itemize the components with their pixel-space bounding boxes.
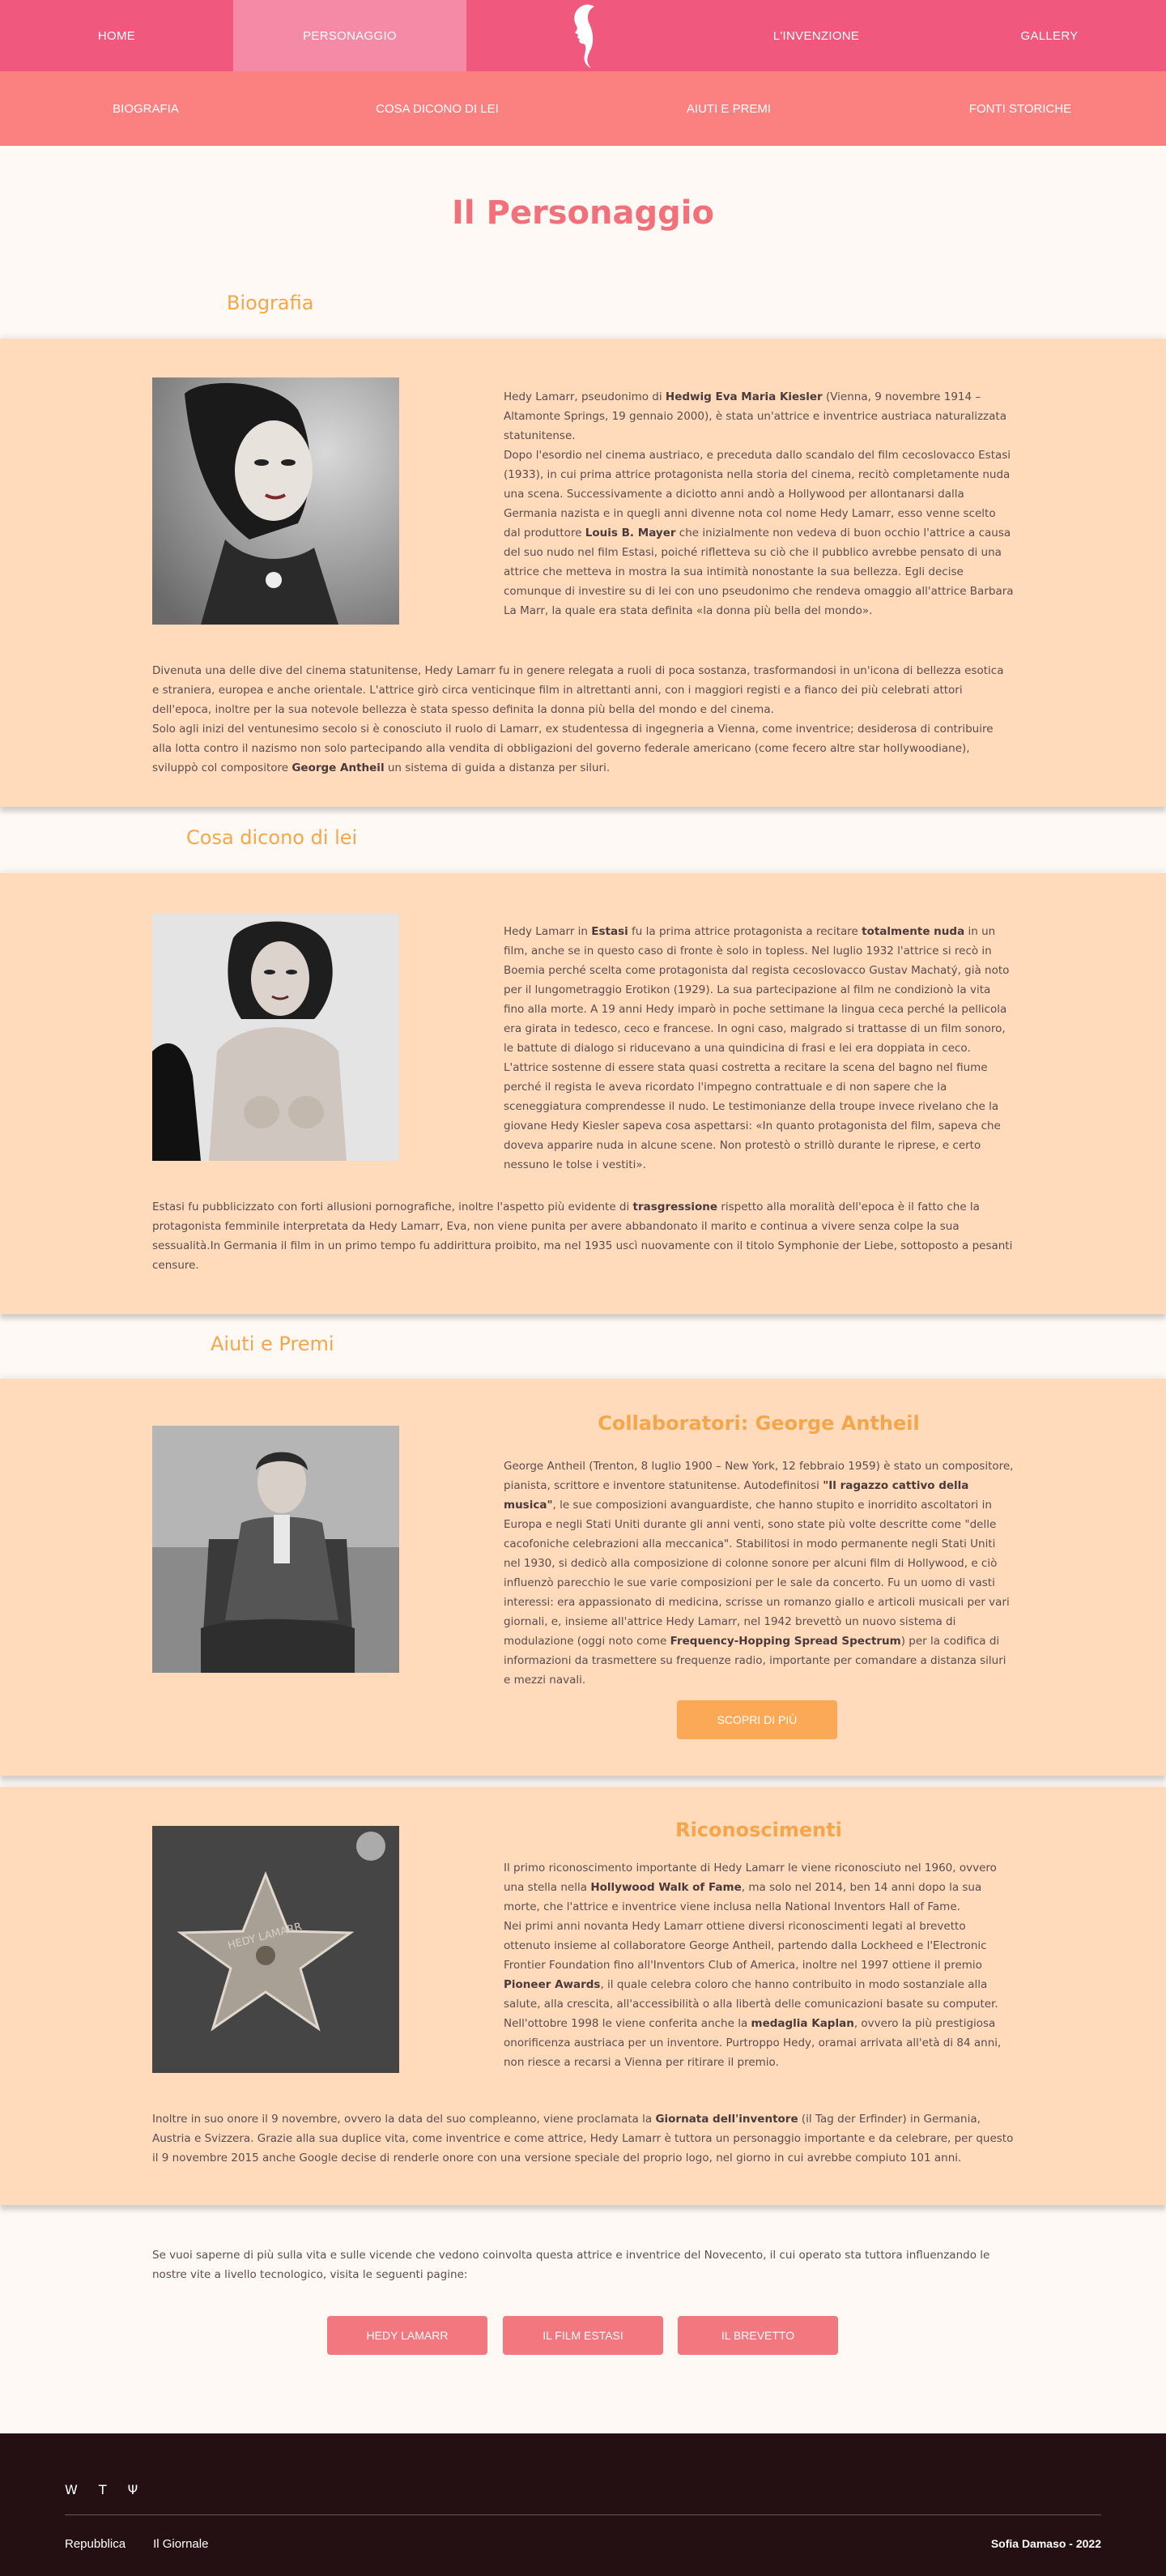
riconoscimenti-paragraph-1: Il primo riconoscimento importante di He… <box>504 1862 1002 2069</box>
biografia-heading: Biografia <box>227 292 314 314</box>
riconoscimenti-title: Riconoscimenti <box>675 1819 842 1841</box>
footer-links: Repubblica Il Giornale <box>65 2537 208 2551</box>
trident-icon[interactable]: Ψ <box>128 2482 138 2497</box>
collaboratori-paragraph: George Antheil (Trenton, 8 luglio 1900 –… <box>504 1460 1014 1687</box>
footer-credit: Sofia Damaso - 2022 <box>990 2537 1101 2550</box>
woman-profile-logo-icon[interactable] <box>466 0 700 71</box>
riconoscimenti-paragraph-2: Inoltre in suo onore il 9 novembre, ovve… <box>152 2113 1014 2164</box>
hedy-estasi-photo <box>152 914 399 1161</box>
aiuti-heading: Aiuti e Premi <box>211 1333 334 1355</box>
footer-link-repubblica[interactable]: Repubblica <box>65 2537 126 2551</box>
footer-social-icons: W T Ψ <box>65 2482 138 2497</box>
sub-navigation: BIOGRAFIA COSA DICONO DI LEI AIUTI E PRE… <box>0 71 1166 146</box>
film-estasi-link-button[interactable]: IL FILM ESTASI <box>503 2316 663 2355</box>
cosa-dicono-paragraph-2: Estasi fu pubblicizzato con forti allusi… <box>152 1201 1013 1272</box>
collaboratori-title: Collaboratori: George Antheil <box>598 1412 920 1435</box>
footer: W T Ψ Repubblica Il Giornale Sofia Damas… <box>0 2433 1166 2576</box>
cosa-dicono-heading: Cosa dicono di lei <box>186 826 358 849</box>
hedy-lamarr-link-button[interactable]: HEDY LAMARR <box>327 2316 487 2355</box>
subnav-aiuti-premi[interactable]: AIUTI E PREMI <box>583 71 874 146</box>
brevetto-link-button[interactable]: IL BREVETTO <box>678 2316 838 2355</box>
hedy-portrait-photo <box>152 377 399 625</box>
page-title: Il Personaggio <box>452 194 714 232</box>
nav-invenzione[interactable]: L'INVENZIONE <box>700 0 933 71</box>
footer-link-il-giornale[interactable]: Il Giornale <box>153 2537 208 2551</box>
top-navigation: HOME PERSONAGGIO L'INVENZIONE GALLERY <box>0 0 1166 71</box>
t-icon[interactable]: T <box>99 2482 107 2497</box>
biografia-paragraph-2: Divenuta una delle dive del cinema statu… <box>152 664 1004 774</box>
nav-home[interactable]: HOME <box>0 0 233 71</box>
walk-of-fame-star-photo: HEDY LAMARR <box>152 1826 399 2073</box>
cosa-dicono-paragraph-1: Hedy Lamarr in Estasi fu la prima attric… <box>504 925 1010 1171</box>
footer-divider <box>65 2514 1101 2515</box>
scopri-di-piu-button[interactable]: SCOPRI DI PIÙ <box>677 1700 837 1739</box>
george-antheil-photo <box>152 1426 399 1673</box>
subnav-fonti[interactable]: FONTI STORICHE <box>874 71 1166 146</box>
subnav-cosa-dicono[interactable]: COSA DICONO DI LEI <box>292 71 583 146</box>
subnav-biografia[interactable]: BIOGRAFIA <box>0 71 292 146</box>
nav-gallery[interactable]: GALLERY <box>933 0 1166 71</box>
nav-personaggio[interactable]: PERSONAGGIO <box>233 0 466 71</box>
fonti-paragraph: Se vuoi saperne di più sulla vita e sull… <box>152 2249 990 2281</box>
biografia-paragraph-1: Hedy Lamarr, pseudonimo di Hedwig Eva Ma… <box>504 390 1014 617</box>
wikipedia-icon[interactable]: W <box>65 2482 78 2497</box>
